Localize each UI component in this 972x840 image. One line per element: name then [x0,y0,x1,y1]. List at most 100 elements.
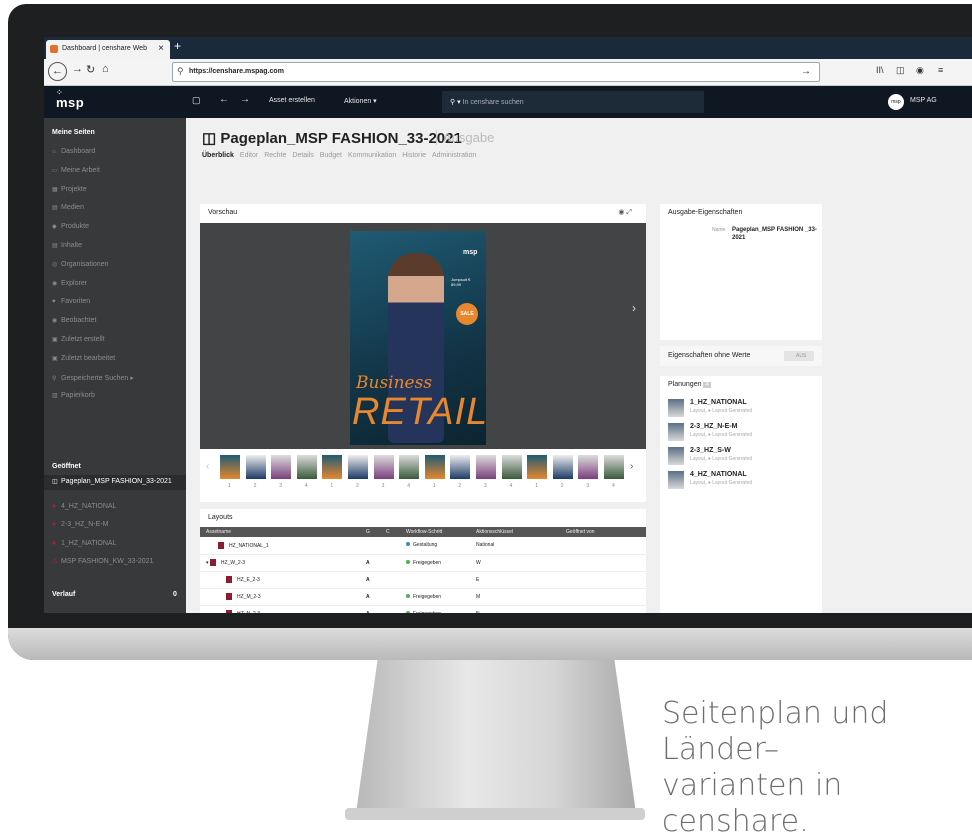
page-thumbnail[interactable] [476,455,496,479]
sidebar-item[interactable]: ▦ Projekte [52,186,87,193]
column-header[interactable]: Assetname [200,527,360,537]
page-thumbnail[interactable] [527,455,548,479]
action-key-cell: E [470,571,560,589]
page-thumbnail[interactable] [424,455,445,479]
opened-item-icon: ■ [52,522,56,528]
opened-item[interactable]: ■ 4_HZ_NATIONAL [52,503,117,510]
page-thumbnail[interactable] [245,455,266,479]
page-thumbnail[interactable] [296,455,317,479]
sidebar-item-label: Gespeicherte Suchen ▸ [61,374,134,382]
column-header[interactable]: Aktionsschlüssel [470,527,560,537]
new-tab-button[interactable]: + [174,39,181,53]
column-header[interactable]: Workflow-Schritt [400,527,470,537]
sidebar-item[interactable]: ◎ Organisationen [52,261,108,268]
sidebar-item[interactable]: ⚲ Gespeicherte Suchen ▸ [52,374,134,382]
avatar[interactable]: msp [888,94,904,110]
tab-0[interactable]: Überblick [202,152,234,159]
planning-panel: Planungen 4 1_HZ_NATIONAL Layout, ● Layou… [660,376,822,613]
opened-item[interactable]: ◫ Pageplan_MSP FASHION_33-2021 [44,475,186,490]
tab-5[interactable]: Kommunikation [348,152,396,159]
library-icon[interactable]: II\ [876,65,884,75]
layout-asset-icon [209,559,216,566]
panel-toggle-icon[interactable]: ▢ [192,95,201,106]
account-icon[interactable]: ◉ [916,65,924,76]
page-thumbnail[interactable] [552,455,573,479]
opened-item[interactable]: ■ 2-3_HZ_N-E-M [52,521,108,528]
page-thumbnail[interactable] [578,455,599,479]
page-thumbnail[interactable] [348,455,368,479]
strip-next-icon[interactable]: › [630,461,633,472]
go-arrow-icon[interactable]: → [801,66,811,77]
table-row[interactable]: HZ_N_2-3 A Freigegeben N [200,605,646,613]
tab-6[interactable]: Historie [402,152,426,159]
asset-create-button[interactable]: Asset erstellen [269,97,315,104]
sidebar-item[interactable]: ▤ Inhalte [52,242,82,249]
history-heading[interactable]: Verlauf [52,591,75,598]
preview-title: Vorschau [208,209,238,216]
asset-name-cell: HZ_N_2-3 [200,605,360,613]
empty-properties-toggle[interactable]: AUS [784,351,814,361]
sidebar-item[interactable]: ◉ Beobachtet [52,317,96,324]
next-page-icon[interactable]: › [632,301,636,315]
page-thumbnail[interactable] [220,455,240,479]
forward-nav-icon[interactable]: → [240,94,250,105]
page-thumbnail[interactable] [501,455,522,479]
actions-menu[interactable]: Aktionen ▾ [344,97,377,105]
sidebar-item[interactable]: ◆ Produkte [52,223,89,230]
forward-icon[interactable]: → [72,63,83,75]
page-thumbnail[interactable] [322,455,343,479]
page-thumbnail[interactable] [271,455,292,479]
global-search[interactable]: ⚲ ▾ In censhare suchen [442,91,704,113]
home-icon[interactable]: ⌂ [102,63,109,75]
planning-item[interactable]: 4_HZ_NATIONAL Layout, ● Layout Generated [668,470,818,492]
sidebar-item[interactable]: ▭ Meine Arbeit [52,167,100,174]
close-tab-icon[interactable]: × [158,43,164,54]
browser-tab[interactable]: Dashboard | censhare Web × [46,40,170,59]
sidebar-item[interactable]: ▤ Medien [52,204,84,211]
tab-1[interactable]: Editor [240,152,258,159]
opened-item[interactable]: ■ 1_HZ_NATIONAL [52,540,117,547]
table-row[interactable]: HZ_M_2-3 A Freigegeben M [200,588,646,606]
sidebar-item[interactable]: ▣ Zuletzt erstellt [52,336,105,343]
opened-item[interactable]: ⁂ MSP FASHION_KW_33-2021 [52,558,153,565]
sidebar-item[interactable]: ▥ Papierkorb [52,392,95,399]
planning-item[interactable]: 2-3_HZ_S-W Layout, ● Layout Generated [668,446,818,468]
sidebar-item[interactable]: ♥ Favoriten [52,298,90,305]
sidebar-item[interactable]: ◉ Explorer [52,280,87,287]
page-thumbnail[interactable] [399,455,420,479]
column-header[interactable]: G [360,527,380,537]
back-nav-icon[interactable]: ← [219,94,229,105]
strip-prev-icon[interactable]: ‹ [206,461,209,472]
workflow-step: Freigegeben [413,559,442,566]
tab-2[interactable]: Rechte [264,152,286,159]
table-row[interactable]: HZ_E_2-3 A E [200,571,646,589]
tab-3[interactable]: Details [292,152,313,159]
menu-icon[interactable]: ≡ [938,65,943,75]
column-header[interactable]: Geöffnet von [560,527,646,537]
column-header[interactable]: C [380,527,400,537]
table-row[interactable]: HZ_NATIONAL_1 Gestaltung National [200,537,646,555]
page-thumbnail[interactable] [604,455,624,479]
user-name[interactable]: MSP AG [910,97,937,104]
msp-logo[interactable]: ⁘ msp [56,88,84,110]
page-thumbnail[interactable] [373,455,394,479]
sidebar-toggle-icon[interactable]: ◫ [896,65,905,76]
sidebar-item[interactable]: ▣ Zuletzt bearbeitet [52,355,115,362]
action-key-cell: N [470,605,560,613]
address-bar[interactable]: ⚲ https://censhare.mspag.com → [172,62,820,82]
tab-4[interactable]: Budget [320,152,342,159]
reload-icon[interactable]: ↻ [86,63,95,76]
back-icon[interactable]: ← [48,62,67,81]
tab-7[interactable]: Administration [432,152,476,159]
sidebar-item[interactable]: ⌂ Dashboard [52,148,95,155]
workflow-step: Freigegeben [413,611,441,614]
table-row[interactable]: ▾ HZ_W_2-3 A Freigegeben W [200,554,646,572]
c-cell [380,554,400,572]
planning-item[interactable]: 2-3_HZ_N-E-M Layout, ● Layout Generated [668,422,818,444]
empty-properties-label: Eigenschaften ohne Werte [668,352,751,359]
cover-line-retail: RETAIL [352,391,486,433]
planning-item[interactable]: 1_HZ_NATIONAL Layout, ● Layout Generated [668,398,818,420]
layouts-table: Assetname G C Workflow-Schritt Aktionsschlüs… [200,527,646,613]
page-thumbnail[interactable] [450,455,471,479]
view-toggle-icon[interactable]: ◉ ⤢ [618,208,632,217]
